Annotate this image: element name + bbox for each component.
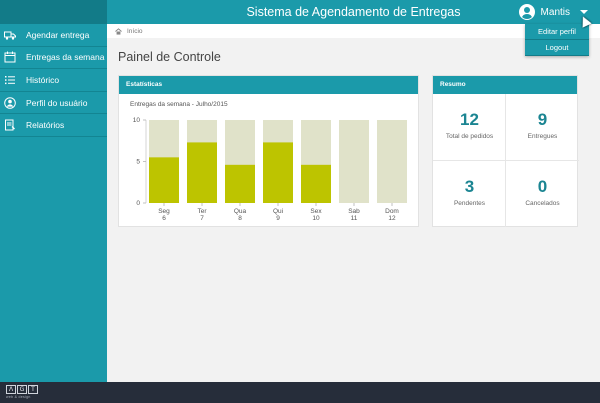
stats-panel: Estatísticas Entregas da semana - Julho/… bbox=[118, 75, 419, 227]
resumo-cancelados: 0 Cancelados bbox=[506, 161, 579, 227]
chart-subtitle: Entregas da semana - Julho/2015 bbox=[130, 101, 228, 108]
truck-icon bbox=[0, 29, 20, 41]
breadcrumb-home[interactable]: Início bbox=[127, 28, 143, 35]
x-tick-label-date: 7 bbox=[200, 215, 204, 222]
user-icon bbox=[0, 96, 20, 109]
user-dropdown-menu: Editar perfil Logout bbox=[525, 24, 589, 56]
resumo-label: Pendentes bbox=[453, 200, 486, 207]
x-tick-label-date: 11 bbox=[351, 215, 358, 222]
user-name: Mantis bbox=[540, 6, 570, 18]
user-avatar-icon bbox=[518, 4, 535, 20]
bar bbox=[225, 164, 255, 203]
bar bbox=[263, 142, 293, 203]
resumo-grid: 12 Total de pedidos 9 Entregues 3 Penden… bbox=[433, 94, 579, 227]
menu-item-logout[interactable]: Logout bbox=[525, 40, 589, 56]
resumo-pendentes: 3 Pendentes bbox=[433, 161, 506, 227]
x-tick-label-date: 6 bbox=[162, 215, 166, 222]
y-tick-label: 0 bbox=[136, 200, 140, 207]
bar bbox=[301, 164, 331, 203]
bar-track bbox=[377, 120, 407, 203]
sidebar-item-label: Perfil do usuário bbox=[26, 97, 88, 108]
resumo-total: 12 Total de pedidos bbox=[433, 94, 506, 160]
x-tick-label-day: Seg bbox=[158, 208, 170, 215]
logo-tagline: web & design bbox=[6, 395, 31, 399]
x-tick-label-day: Qua bbox=[234, 208, 247, 215]
sidebar-item-label: Agendar entrega bbox=[26, 29, 90, 40]
sidebar-item-agendar[interactable]: Agendar entrega bbox=[0, 24, 107, 47]
weekly-deliveries-chart: 0510Seg6Ter7Qua8Qui9Sex10Sab11Dom12 bbox=[133, 117, 407, 222]
x-tick-label-day: Dom bbox=[385, 208, 399, 215]
resumo-value: 12 bbox=[460, 110, 479, 129]
agt-logo: Λ G T web & design bbox=[6, 385, 41, 400]
resumo-panel-heading: Resumo bbox=[433, 76, 577, 94]
resumo-value: 0 bbox=[537, 177, 548, 196]
sidebar-item-label: Entregas da semana bbox=[26, 52, 105, 63]
resumo-panel: Resumo 12 Total de pedidos 9 Entregues 3… bbox=[432, 75, 579, 227]
bar bbox=[149, 157, 179, 203]
footer: Λ G T web & design bbox=[0, 382, 600, 403]
resumo-label: Total de pedidos bbox=[445, 133, 494, 140]
x-tick-label-day: Ter bbox=[197, 208, 207, 215]
sidebar-item-relatorios[interactable]: Relatórios bbox=[0, 114, 107, 137]
divider bbox=[433, 160, 579, 161]
sidebar-item-historico[interactable]: Histórico bbox=[0, 69, 107, 92]
logo-letter: Λ bbox=[6, 385, 16, 394]
x-tick-label-date: 10 bbox=[312, 215, 320, 222]
x-tick-label-day: Qui bbox=[273, 208, 283, 215]
resumo-entregues: 9 Entregues bbox=[506, 94, 579, 160]
menu-item-editar-perfil[interactable]: Editar perfil bbox=[525, 24, 589, 40]
sidebar-item-perfil[interactable]: Perfil do usuário bbox=[0, 92, 107, 115]
x-tick-label-day: Sex bbox=[310, 208, 322, 215]
page-title: Painel de Controle bbox=[118, 50, 221, 64]
y-tick-label: 10 bbox=[133, 117, 141, 124]
y-tick-label: 5 bbox=[136, 159, 140, 166]
resumo-label: Cancelados bbox=[525, 200, 560, 207]
x-tick-label-date: 8 bbox=[238, 215, 242, 222]
list-icon bbox=[0, 74, 20, 86]
resumo-label: Entregues bbox=[527, 133, 558, 140]
x-tick-label-date: 9 bbox=[276, 215, 280, 222]
x-tick-label-date: 12 bbox=[388, 215, 396, 222]
resumo-value: 3 bbox=[464, 177, 475, 196]
bar-track bbox=[339, 120, 369, 203]
calendar-icon bbox=[0, 51, 20, 63]
sidebar-item-label: Relatórios bbox=[26, 120, 65, 131]
sidebar-item-label: Histórico bbox=[26, 74, 60, 85]
home-icon bbox=[115, 27, 122, 35]
logo-letter: T bbox=[28, 385, 38, 394]
report-icon bbox=[0, 119, 20, 131]
x-tick-label-day: Sab bbox=[348, 208, 360, 215]
sidebar-item-entregas-semana[interactable]: Entregas da semana bbox=[0, 47, 107, 70]
top-header: Sistema de Agendamento de Entregas Manti… bbox=[0, 0, 600, 24]
logo-letter: G bbox=[17, 385, 27, 394]
brand-area bbox=[0, 0, 107, 24]
resumo-value: 9 bbox=[537, 110, 548, 129]
stats-panel-heading: Estatísticas bbox=[119, 76, 418, 94]
bar bbox=[187, 142, 217, 203]
sidebar: Agendar entrega Entregas da semana Histó… bbox=[0, 24, 107, 382]
